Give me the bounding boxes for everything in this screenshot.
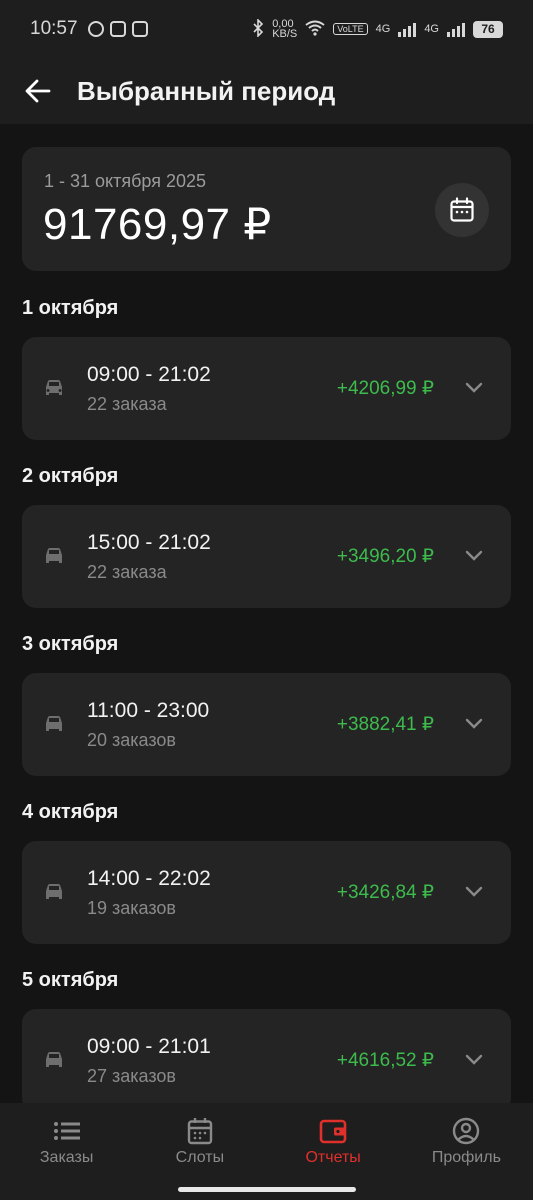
volte-badge: VoLTE — [333, 23, 368, 35]
profile-icon — [451, 1116, 481, 1146]
calendar-icon — [450, 197, 474, 222]
signal-icon-2 — [447, 21, 465, 37]
chevron-down-icon[interactable] — [463, 377, 485, 399]
app-notification-icon — [109, 21, 126, 37]
shift-time: 09:00 - 21:01 — [87, 1035, 211, 1058]
bottom-nav: Заказы Слоты Отчеты Профиль — [0, 1103, 533, 1200]
bluetooth-icon — [252, 17, 264, 40]
nav-label-orders: Заказы — [39, 1149, 94, 1166]
page-title: Выбранный период — [77, 75, 336, 106]
nav-item-reports[interactable]: Отчеты — [267, 1103, 400, 1200]
shift-card[interactable]: 11:00 - 23:00 20 заказов +3882,41 ₽ — [22, 673, 511, 776]
shift-amount: +4616,52 ₽ — [336, 1050, 434, 1071]
nav-item-slots[interactable]: Слоты — [133, 1103, 266, 1200]
nav-item-orders[interactable]: Заказы — [0, 1103, 133, 1200]
shift-orders-count: 22 заказа — [87, 394, 167, 414]
shift-card[interactable]: 15:00 - 21:02 22 заказа +3496,20 ₽ — [22, 505, 511, 608]
lte2-label: 4G — [424, 23, 439, 35]
status-bar: 10:57 0,00 KB/S VoLTE 4G 4G 76 — [0, 0, 533, 58]
shift-card[interactable]: 09:00 - 21:02 22 заказа +4206,99 ₽ — [22, 337, 511, 440]
day-label: 1 октября — [22, 297, 119, 319]
home-indicator[interactable] — [178, 1187, 356, 1192]
chevron-down-icon[interactable] — [463, 545, 485, 567]
list-icon — [52, 1116, 82, 1146]
select-period-button[interactable] — [435, 183, 489, 237]
car-icon — [46, 380, 62, 395]
shift-orders-count: 22 заказа — [87, 562, 167, 582]
day-label: 4 октября — [22, 801, 119, 823]
period-summary-card: 1 - 31 октября 2025 91769,97 ₽ — [22, 147, 511, 271]
status-right: 0,00 KB/S VoLTE 4G 4G 76 — [252, 17, 503, 40]
shift-amount: +3882,41 ₽ — [336, 714, 434, 735]
shift-time: 14:00 - 22:02 — [87, 867, 211, 890]
period-range: 1 - 31 октября 2025 — [44, 171, 207, 191]
battery-icon: 76 — [473, 20, 503, 38]
day-label: 5 октября — [22, 969, 119, 991]
car-icon — [46, 548, 62, 563]
wifi-icon — [305, 20, 325, 39]
screen: 10:57 0,00 KB/S VoLTE 4G 4G 76 Выбранный… — [0, 0, 533, 1200]
nav-label-slots: Слоты — [175, 1149, 225, 1166]
car-icon — [46, 1052, 62, 1067]
shift-orders-count: 20 заказов — [87, 730, 176, 750]
day-label: 3 октября — [22, 633, 119, 655]
lte1-label: 4G — [375, 23, 391, 35]
nav-label-profile: Профиль — [431, 1149, 501, 1166]
shift-time: 11:00 - 23:00 — [87, 699, 210, 722]
shift-card[interactable]: 14:00 - 22:02 19 заказов +3426,84 ₽ — [22, 841, 511, 944]
nav-item-profile[interactable]: Профиль — [400, 1103, 533, 1200]
whatsapp-icon — [87, 21, 104, 37]
nav-label-reports: Отчеты — [305, 1149, 361, 1166]
shift-amount: +3496,20 ₽ — [336, 546, 434, 567]
net-speed-unit: KB/S — [272, 28, 298, 40]
car-icon — [46, 884, 62, 899]
calendar-icon — [185, 1116, 215, 1146]
back-button[interactable] — [18, 71, 58, 111]
shift-amount: +4206,99 ₽ — [336, 378, 434, 399]
day-label: 2 октября — [22, 465, 119, 487]
signal-icon — [398, 21, 417, 37]
status-time: 10:57 — [30, 18, 78, 39]
car-icon — [46, 716, 62, 731]
app-header: Выбранный период — [0, 58, 533, 124]
shift-time: 09:00 - 21:02 — [87, 363, 211, 386]
period-total: 91769,97 ₽ — [43, 200, 272, 249]
shift-card[interactable]: 09:00 - 21:01 27 заказов +4616,52 ₽ — [22, 1009, 511, 1112]
shift-orders-count: 19 заказов — [87, 898, 176, 918]
arrow-left-icon — [25, 79, 51, 103]
shift-orders-count: 27 заказов — [87, 1066, 176, 1086]
shield-notification-icon — [131, 21, 148, 37]
wallet-icon — [318, 1116, 348, 1146]
chevron-down-icon[interactable] — [463, 881, 485, 903]
shift-time: 15:00 - 21:02 — [87, 531, 211, 554]
chevron-down-icon[interactable] — [463, 713, 485, 735]
net-speed: 0,00 KB/S — [272, 19, 298, 40]
shift-amount: +3426,84 ₽ — [336, 882, 434, 903]
status-left: 10:57 — [30, 18, 148, 40]
chevron-down-icon[interactable] — [463, 1049, 485, 1071]
